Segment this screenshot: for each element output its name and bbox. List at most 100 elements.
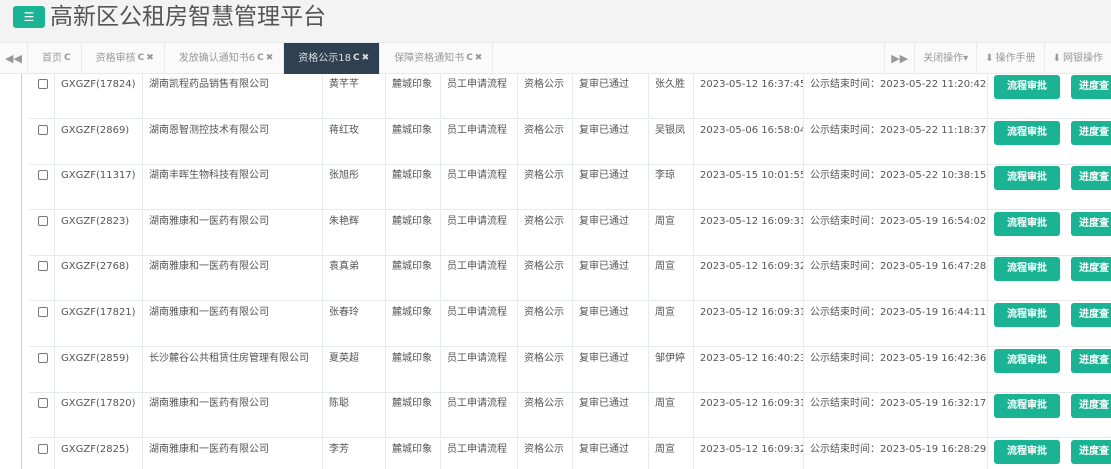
cell-company: 湖南雅康和一医药有限公司 [143,393,323,439]
progress-query-button[interactable]: 进度查 [1071,211,1111,236]
progress-query-button[interactable]: 进度查 [1071,303,1111,327]
cell-end: 公示结束时间：2023-05-22 11:18:37 [804,119,988,165]
close-icon[interactable]: ✖ [362,43,370,74]
manual-label: 操作手册 [995,53,1036,64]
progress-query-button[interactable]: 进度查 [1071,348,1111,373]
actions-cell: 流程审批 进度查 [988,393,1111,438]
progress-query-button[interactable]: 进度查 [1071,120,1111,145]
cell-process: 员工申请流程 [441,438,518,469]
actions-cell: 流程审批 进度查 [988,211,1111,256]
progress-query-button[interactable]: 进度查 [1071,166,1111,191]
progress-query-button[interactable]: 进度查 [1071,75,1111,99]
cell-project: 麓城印象 [386,438,441,469]
flow-approval-button[interactable]: 流程审批 [994,394,1060,419]
tab-4[interactable]: 保障资格通知书 C ✖ [380,43,494,74]
bank-operations-button[interactable]: ⬇ 网银操作 [1043,43,1111,74]
cell-status: 复审已通过 [573,347,649,393]
table-row: GXGZF(2768) 湖南雅康和一医药有限公司 袁真弟 麓城印象 员工申请流程 资格公示… [29,256,1111,302]
cell-status: 复审已通过 [573,210,649,256]
tab-scroll-right-icon[interactable]: ▶▶ [884,43,914,74]
refresh-icon[interactable]: C [257,43,264,74]
tab-bar: ◀◀ 首页 C 资格审核 C ✖ 发放确认通知书6 C ✖ 资格公示18 C ✖ 保障资格通知书 C ✖ … [0,42,1111,74]
cell-process: 员工申请流程 [441,302,518,347]
progress-query-button[interactable]: 进度查 [1071,439,1111,464]
hamburger-icon[interactable]: ☰ [13,6,45,28]
cell-id: GXGZF(2825) [55,438,143,469]
cell-id: GXGZF(2768) [55,256,143,302]
close-icon[interactable]: ✖ [146,43,154,74]
app-title: 高新区公租房智慧管理平台 [50,4,326,30]
flow-approval-button[interactable]: 流程审批 [994,257,1060,282]
download-icon: ⬇ [985,53,994,64]
cell-id: GXGZF(17821) [55,302,143,347]
cell-stage: 资格公示 [518,256,573,302]
row-checkbox[interactable] [38,170,48,181]
close-icon[interactable]: ✖ [475,43,483,74]
cell-company: 湖南恩智测控技术有限公司 [143,119,323,165]
flow-approval-button[interactable]: 流程审批 [994,120,1060,145]
cell-company: 湖南雅康和一医药有限公司 [143,438,323,469]
tab-label: 保障资格通知书 [394,53,465,64]
tab-0[interactable]: 首页 C [28,43,82,74]
tab-2[interactable]: 发放确认通知书6 C ✖ [165,43,285,74]
cell-status: 复审已通过 [573,119,649,165]
cell-company: 湖南丰晖生物科技有限公司 [143,165,323,211]
flow-approval-button[interactable]: 流程审批 [994,439,1060,464]
flow-approval-button[interactable]: 流程审批 [994,166,1060,191]
close-icon[interactable]: ✖ [266,43,274,74]
tab-label: 发放确认通知书6 [178,53,256,64]
cell-id: GXGZF(17820) [55,393,143,439]
flow-approval-button[interactable]: 流程审批 [994,303,1060,327]
row-checkbox[interactable] [38,79,48,89]
refresh-icon[interactable]: C [64,43,71,74]
flow-approval-button[interactable]: 流程审批 [994,211,1060,236]
cell-name: 朱艳辉 [323,210,386,256]
row-checkbox[interactable] [38,261,48,272]
row-checkbox[interactable] [38,307,48,317]
row-checkbox[interactable] [38,443,48,454]
row-checkbox[interactable] [38,398,48,409]
manual-button[interactable]: ⬇ 操作手册 [976,43,1043,74]
tab-3[interactable]: 资格公示18 C ✖ [284,43,381,74]
cell-name: 陈聪 [323,393,386,439]
row-checkbox[interactable] [38,124,48,135]
cell-reviewer: 周宣 [649,393,694,439]
cell-reviewer: 吴银凤 [649,119,694,165]
row-checkbox-cell [29,74,55,119]
cell-end: 公示结束时间：2023-05-22 11:20:42 [804,74,988,119]
progress-query-button[interactable]: 进度查 [1071,257,1111,282]
flow-approval-button[interactable]: 流程审批 [994,75,1060,99]
row-checkbox[interactable] [38,352,48,363]
download-icon: ⬇ [1052,53,1061,64]
cell-status: 复审已通过 [573,256,649,302]
cell-time: 2023-05-12 16:09:32 [694,256,804,302]
tab-1[interactable]: 资格审核 C ✖ [82,43,165,74]
cell-end: 公示结束时间：2023-05-19 16:28:29 [804,438,988,469]
refresh-icon[interactable]: C [138,43,145,74]
tab-scroll-left-icon[interactable]: ◀◀ [0,43,28,74]
cell-end: 公示结束时间：2023-05-22 10:38:15 [804,165,988,211]
cell-id: GXGZF(2869) [55,119,143,165]
cell-process: 员工申请流程 [441,256,518,302]
cell-id: GXGZF(11317) [55,165,143,211]
cell-end: 公示结束时间：2023-05-19 16:54:02 [804,210,988,256]
tab-list: 首页 C 资格审核 C ✖ 发放确认通知书6 C ✖ 资格公示18 C ✖ 保障资格通知书 C ✖ [28,43,494,74]
flow-approval-button[interactable]: 流程审批 [994,348,1060,373]
actions-cell: 流程审批 进度查 [988,74,1111,119]
cell-status: 复审已通过 [573,74,649,119]
close-operations-dropdown[interactable]: 关闭操作▾ [914,43,976,74]
row-checkbox-cell [29,119,55,165]
table-row: GXGZF(11317) 湖南丰晖生物科技有限公司 张旭彤 麓城印象 员工申请流程 资格公… [29,165,1111,211]
row-checkbox[interactable] [38,215,48,226]
cell-project: 麓城印象 [386,165,441,211]
refresh-icon[interactable]: C [353,43,360,74]
table-row: GXGZF(17820) 湖南雅康和一医药有限公司 陈聪 麓城印象 员工申请流程 资格公示… [29,393,1111,439]
cell-name: 黄芊芊 [323,74,386,119]
cell-status: 复审已通过 [573,438,649,469]
refresh-icon[interactable]: C [466,43,473,74]
cell-reviewer: 李琼 [649,165,694,211]
cell-project: 麓城印象 [386,302,441,347]
cell-time: 2023-05-12 16:37:45 [694,74,804,119]
progress-query-button[interactable]: 进度查 [1071,394,1111,419]
cell-reviewer: 周宣 [649,256,694,302]
